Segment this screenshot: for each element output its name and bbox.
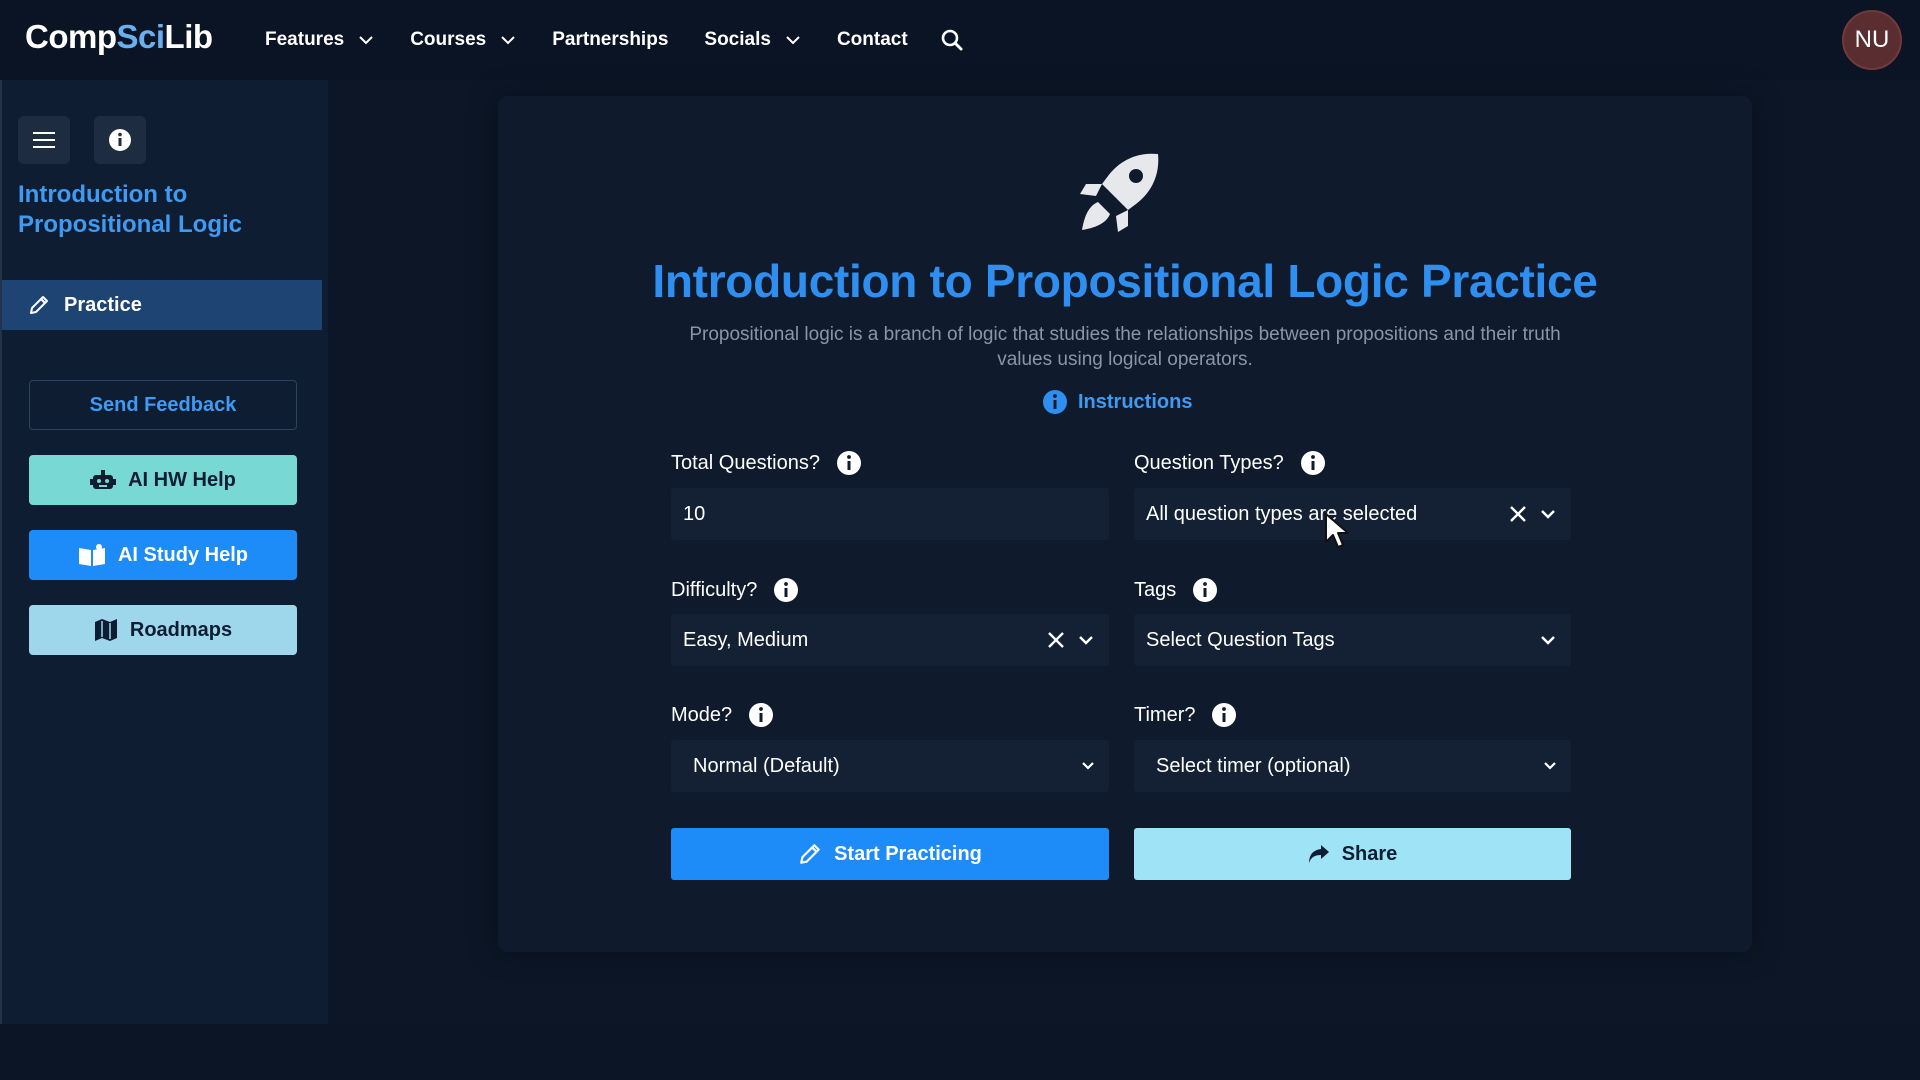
- field-label-text: Question Types?: [1134, 451, 1284, 474]
- site-logo[interactable]: CompSciLib: [25, 18, 213, 56]
- question-types-label: Question Types?: [1134, 450, 1326, 476]
- menu-toggle-button[interactable]: [18, 116, 70, 164]
- roadmaps-button[interactable]: Roadmaps: [29, 605, 297, 655]
- sidebar: Introduction to Propositional Logic Prac…: [0, 80, 328, 1024]
- send-feedback-label: Send Feedback: [89, 393, 237, 416]
- mode-label: Mode?: [671, 702, 774, 728]
- rocket-icon: [1080, 153, 1159, 232]
- nav-contact-label: Contact: [836, 29, 908, 50]
- nav-links: Features Courses Partnerships Socials Co…: [265, 0, 964, 80]
- nav-partnerships[interactable]: Partnerships: [552, 29, 668, 51]
- logo-text-main: Comp: [25, 18, 117, 55]
- timer-label: Timer?: [1134, 702, 1237, 728]
- share-icon: [1308, 845, 1329, 863]
- chevron-down-icon[interactable]: [1539, 631, 1557, 649]
- logo-text-accent: Sci: [116, 18, 166, 55]
- ai-hw-help-label: AI HW Help: [128, 468, 236, 491]
- difficulty-select[interactable]: Easy, Medium: [671, 614, 1109, 666]
- send-feedback-button[interactable]: Send Feedback: [29, 380, 297, 430]
- logo-text-tail: Lib: [164, 18, 213, 55]
- total-questions-input[interactable]: 10: [671, 488, 1109, 540]
- timer-select[interactable]: Select timer (optional): [1134, 740, 1571, 792]
- info-icon[interactable]: [748, 702, 774, 728]
- info-icon[interactable]: [1211, 702, 1237, 728]
- clear-icon[interactable]: [1047, 631, 1065, 649]
- sidebar-item-label: Practice: [64, 293, 142, 316]
- nav-courses-label: Courses: [410, 29, 487, 50]
- ai-hw-help-button[interactable]: AI HW Help: [29, 455, 297, 505]
- nav-contact[interactable]: Contact: [837, 29, 908, 51]
- nav-socials[interactable]: Socials: [704, 29, 801, 51]
- field-label-text: Difficulty?: [671, 578, 758, 601]
- info-icon: [1043, 390, 1067, 414]
- total-questions-label: Total Questions?: [671, 450, 862, 476]
- clear-icon[interactable]: [1509, 505, 1527, 523]
- chevron-down-icon: [786, 36, 800, 45]
- info-icon[interactable]: [836, 450, 862, 476]
- tags-select[interactable]: Select Question Tags: [1134, 614, 1571, 666]
- nav-features[interactable]: Features: [265, 29, 374, 51]
- total-questions-value: 10: [683, 502, 706, 525]
- nav-partnerships-label: Partnerships: [552, 29, 669, 50]
- book-reader-icon: [78, 544, 105, 566]
- course-info-button[interactable]: [94, 116, 146, 164]
- chevron-down-icon: [359, 36, 373, 45]
- pencil-icon: [800, 844, 820, 864]
- robot-icon: [90, 470, 117, 489]
- sidebar-course-title: Introduction to Propositional Logic: [18, 181, 243, 238]
- info-icon[interactable]: [1192, 577, 1218, 603]
- chevron-down-icon[interactable]: [1543, 759, 1557, 773]
- share-label: Share: [1341, 842, 1398, 865]
- timer-value: Select timer (optional): [1156, 754, 1351, 777]
- hamburger-icon: [33, 132, 55, 148]
- ai-study-help-label: AI Study Help: [117, 543, 248, 566]
- info-icon[interactable]: [1300, 450, 1326, 476]
- start-practicing-label: Start Practicing: [834, 842, 982, 865]
- field-label-text: Mode?: [671, 703, 733, 726]
- roadmaps-label: Roadmaps: [129, 618, 233, 641]
- nav-socials-label: Socials: [704, 29, 771, 50]
- difficulty-value: Easy, Medium: [683, 628, 809, 651]
- tags-label: Tags: [1134, 577, 1218, 603]
- question-types-select[interactable]: All question types are selected: [1134, 488, 1571, 540]
- nav-features-label: Features: [265, 29, 345, 50]
- page-footer-strip: [0, 1024, 1920, 1080]
- user-avatar[interactable]: NU: [1842, 10, 1902, 70]
- mode-select[interactable]: Normal (Default): [671, 740, 1109, 792]
- info-icon: [109, 129, 131, 151]
- field-label-text: Tags: [1134, 578, 1177, 601]
- mode-value: Normal (Default): [693, 754, 840, 777]
- ai-study-help-button[interactable]: AI Study Help: [29, 530, 297, 580]
- search-icon[interactable]: [940, 28, 964, 52]
- chevron-down-icon[interactable]: [1081, 759, 1095, 773]
- tags-value: Select Question Tags: [1146, 628, 1335, 651]
- nav-courses[interactable]: Courses: [410, 29, 516, 51]
- share-button[interactable]: Share: [1134, 828, 1571, 880]
- question-types-value: All question types are selected: [1146, 502, 1418, 525]
- field-label-text: Timer?: [1134, 703, 1196, 726]
- instructions-label: Instructions: [1078, 390, 1193, 413]
- pencil-icon: [30, 296, 48, 314]
- page-title: Introduction to Propositional Logic Prac…: [652, 255, 1598, 307]
- info-icon[interactable]: [773, 577, 799, 603]
- top-navbar: CompSciLib Features Courses Partnerships…: [0, 0, 1920, 80]
- chevron-down-icon: [501, 36, 515, 45]
- field-label-text: Total Questions?: [671, 451, 820, 474]
- avatar-initials: NU: [1854, 26, 1890, 53]
- page-description: Propositional logic is a branch of logic…: [689, 324, 1561, 370]
- mouse-cursor-icon: [1325, 513, 1349, 548]
- map-icon: [94, 619, 117, 641]
- chevron-down-icon[interactable]: [1539, 505, 1557, 523]
- chevron-down-icon[interactable]: [1077, 631, 1095, 649]
- difficulty-label: Difficulty?: [671, 577, 799, 603]
- sidebar-item-practice[interactable]: Practice: [2, 280, 322, 330]
- instructions-link[interactable]: Instructions: [1042, 388, 1192, 416]
- start-practicing-button[interactable]: Start Practicing: [671, 828, 1109, 880]
